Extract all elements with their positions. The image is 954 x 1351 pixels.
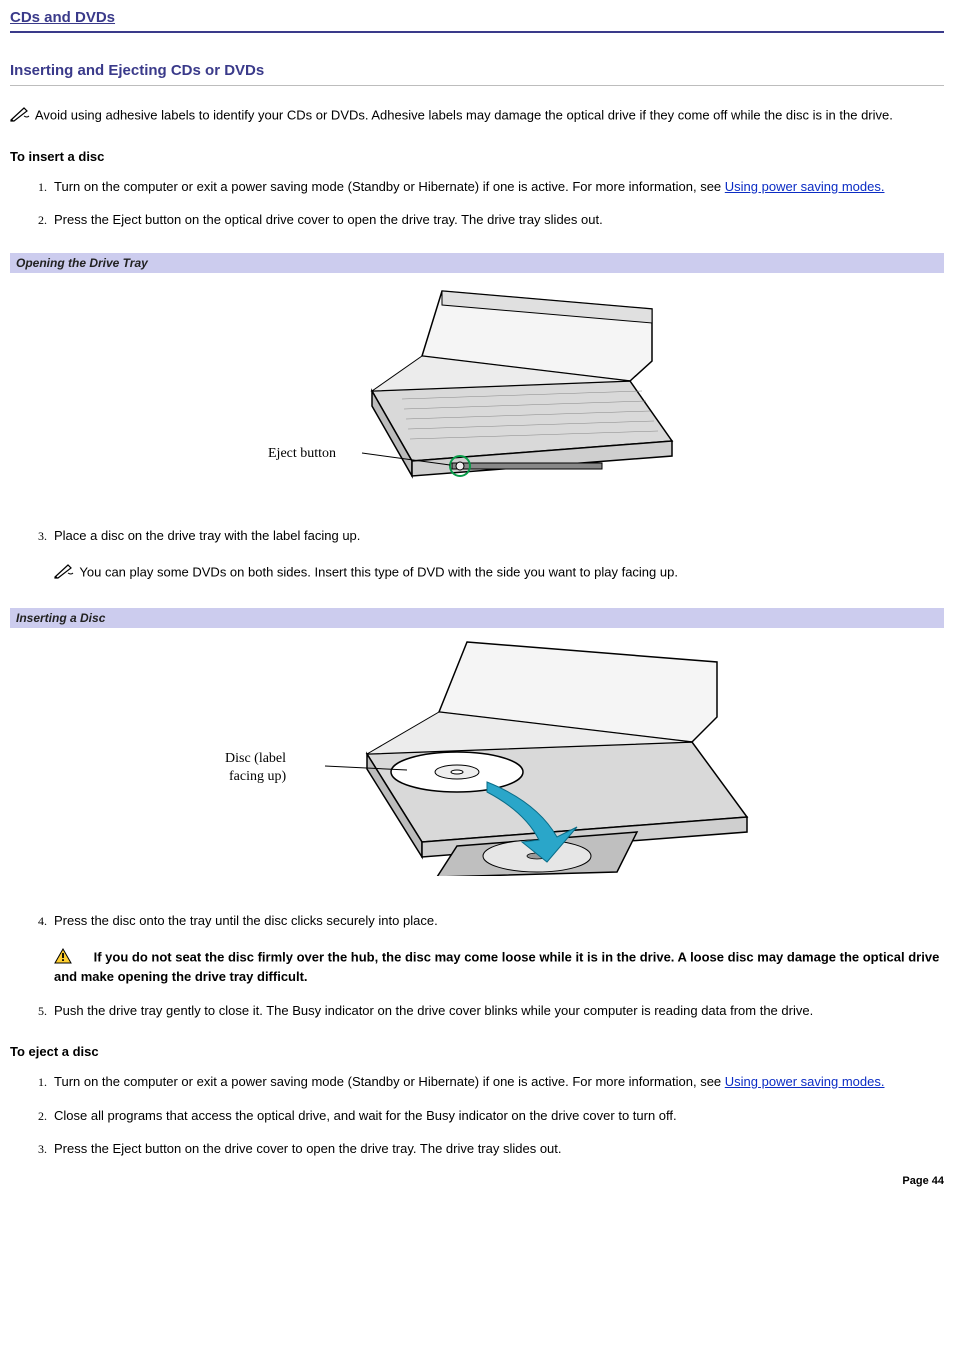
- step4-warning-text: If you do not seat the disc firmly over …: [54, 950, 939, 985]
- eject-steps: Turn on the computer or exit a power sav…: [10, 1073, 944, 1158]
- top-note-text: Avoid using adhesive labels to identify …: [35, 107, 893, 122]
- warning-icon: [54, 948, 72, 969]
- insert-heading: To insert a disc: [10, 148, 944, 166]
- fig2-label-line1: Disc (label: [225, 751, 286, 766]
- insert-step-1: Turn on the computer or exit a power sav…: [50, 178, 944, 196]
- note-icon: [54, 563, 74, 584]
- insert-step-4-text: Press the disc onto the tray until the d…: [54, 913, 438, 928]
- section-title: Inserting and Ejecting CDs or DVDs: [10, 61, 944, 85]
- insert-steps: Turn on the computer or exit a power sav…: [10, 178, 944, 229]
- power-modes-link[interactable]: Using power saving modes.: [725, 179, 885, 194]
- figure-caption-2: Inserting a Disc: [10, 608, 944, 628]
- eject-step-1: Turn on the computer or exit a power sav…: [50, 1073, 944, 1091]
- fig2-label-line2: facing up): [229, 769, 286, 784]
- insert-step-5: Push the drive tray gently to close it. …: [50, 1002, 944, 1020]
- top-note: Avoid using adhesive labels to identify …: [10, 106, 944, 127]
- eject-step-3: Press the Eject button on the drive cove…: [50, 1140, 944, 1158]
- step3-note-text: You can play some DVDs on both sides. In…: [79, 565, 678, 580]
- insert-step-3-text: Place a disc on the drive tray with the …: [54, 528, 360, 543]
- fig1-label: Eject button: [268, 446, 336, 461]
- figure-opening-tray: Eject button: [10, 281, 944, 496]
- insert-step-1-text: Turn on the computer or exit a power sav…: [54, 179, 725, 194]
- insert-step-3: Place a disc on the drive tray with the …: [50, 527, 944, 583]
- page-number: Page 44: [10, 1174, 944, 1189]
- insert-steps-cont2: Press the disc onto the tray until the d…: [10, 912, 944, 1019]
- topic-title: CDs and DVDs: [10, 8, 944, 33]
- power-modes-link-2[interactable]: Using power saving modes.: [725, 1074, 885, 1089]
- figure-caption-1: Opening the Drive Tray: [10, 253, 944, 273]
- insert-step-2: Press the Eject button on the optical dr…: [50, 211, 944, 229]
- eject-step-2: Close all programs that access the optic…: [50, 1107, 944, 1125]
- figure-inserting-disc: Disc (label facing up): [10, 636, 944, 881]
- insert-step-4: Press the disc onto the tray until the d…: [50, 912, 944, 986]
- note-icon: [10, 106, 30, 127]
- eject-heading: To eject a disc: [10, 1043, 944, 1061]
- insert-steps-cont1: Place a disc on the drive tray with the …: [10, 527, 944, 583]
- eject-step-1-text: Turn on the computer or exit a power sav…: [54, 1074, 725, 1089]
